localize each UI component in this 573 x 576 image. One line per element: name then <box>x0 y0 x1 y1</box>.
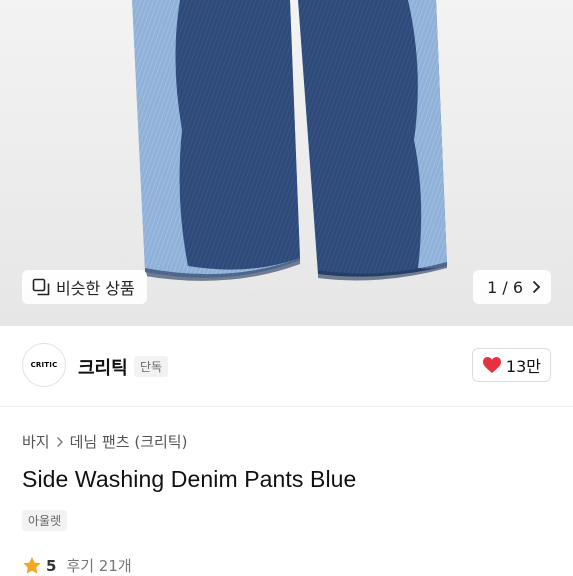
brand-row[interactable]: CRITIC 크리틱 단독 13만 <box>0 326 573 407</box>
similar-items-button[interactable]: 비슷한 상품 <box>22 270 147 304</box>
like-count: 13만 <box>505 357 541 376</box>
chevron-right-icon <box>532 280 541 294</box>
image-counter-button[interactable]: 1 / 6 <box>473 270 551 304</box>
brand-logo[interactable]: CRITIC <box>22 343 66 387</box>
breadcrumb-category[interactable]: 바지 <box>22 431 50 452</box>
outlet-tag: 아울렛 <box>22 510 68 531</box>
heart-icon <box>482 357 501 373</box>
image-counter: 1 / 6 <box>487 277 523 297</box>
similar-items-icon <box>32 278 50 296</box>
star-icon <box>23 557 41 574</box>
like-button[interactable]: 13만 <box>471 348 551 382</box>
chevron-right-icon <box>56 436 63 447</box>
exclusive-badge: 단독 <box>134 356 169 377</box>
product-title: Side Washing Denim Pants Blue <box>22 466 357 492</box>
breadcrumb-subcategory[interactable]: 데님 팬츠 (크리틱) <box>70 431 188 452</box>
rating-score: 5 <box>46 556 57 575</box>
product-image-gallery[interactable]: 비슷한 상품 1 / 6 <box>0 0 573 326</box>
similar-items-label: 비슷한 상품 <box>56 279 135 298</box>
brand-name[interactable]: 크리틱 <box>78 354 128 380</box>
breadcrumb: 바지 데님 팬츠 (크리틱) <box>22 431 187 452</box>
